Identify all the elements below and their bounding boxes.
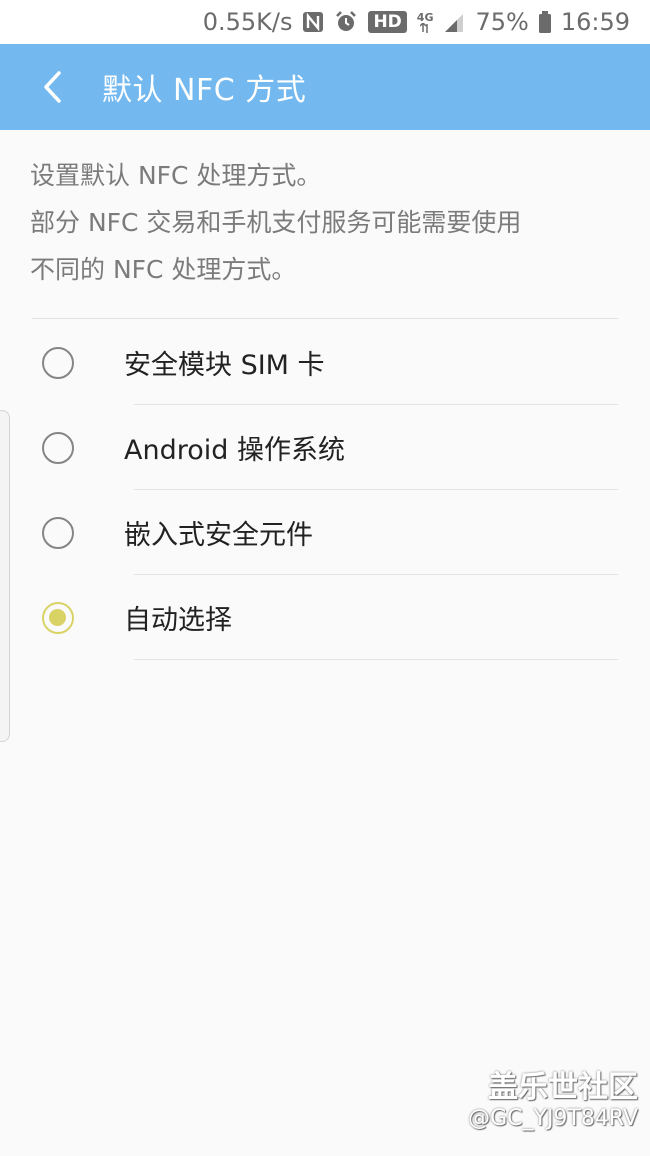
option-auto-select[interactable]: 自动选择 xyxy=(0,575,650,660)
option-android-os[interactable]: Android 操作系统 xyxy=(0,405,650,490)
signal-icon xyxy=(443,11,465,33)
network-speed: 0.55K/s xyxy=(202,8,293,36)
app-bar: 默认 NFC 方式 xyxy=(0,44,650,130)
battery-icon xyxy=(538,11,551,33)
battery-percent: 75% xyxy=(475,8,529,36)
nfc-icon xyxy=(302,11,324,33)
option-label: Android 操作系统 xyxy=(124,435,345,466)
radio-button[interactable] xyxy=(42,431,74,464)
section-divider xyxy=(32,318,618,319)
status-bar: 0.55K/s HD 4G 75% 16:59 xyxy=(0,0,650,44)
edge-panel-handle[interactable] xyxy=(0,410,10,742)
radio-button-selected[interactable] xyxy=(42,601,74,634)
clock: 16:59 xyxy=(560,8,630,36)
option-label: 安全模块 SIM 卡 xyxy=(124,350,325,381)
page-title: 默认 NFC 方式 xyxy=(102,73,307,108)
description-line: 设置默认 NFC 处理方式。 xyxy=(30,161,322,190)
option-embedded-secure-element[interactable]: 嵌入式安全元件 xyxy=(0,490,650,575)
watermark-brand: 盖乐世社区 xyxy=(488,1070,638,1105)
option-sim-card[interactable]: 安全模块 SIM 卡 xyxy=(0,320,650,405)
alarm-icon xyxy=(334,10,358,34)
description-line: 部分 NFC 交易和手机支付服务可能需要使用 xyxy=(30,208,522,237)
back-arrow-icon xyxy=(44,71,61,103)
back-button[interactable] xyxy=(22,57,82,117)
description: 设置默认 NFC 处理方式。 部分 NFC 交易和手机支付服务可能需要使用 不同… xyxy=(30,152,630,293)
radio-button[interactable] xyxy=(42,516,74,549)
radio-button[interactable] xyxy=(42,346,74,379)
hd-badge: HD xyxy=(368,11,407,33)
option-label: 嵌入式安全元件 xyxy=(124,520,313,551)
option-label: 自动选择 xyxy=(124,605,232,636)
network-type-icon: 4G xyxy=(417,12,433,33)
description-line: 不同的 NFC 处理方式。 xyxy=(30,255,297,284)
option-divider xyxy=(134,659,618,660)
watermark-user: @GC_YJ9T84RV xyxy=(468,1106,638,1131)
